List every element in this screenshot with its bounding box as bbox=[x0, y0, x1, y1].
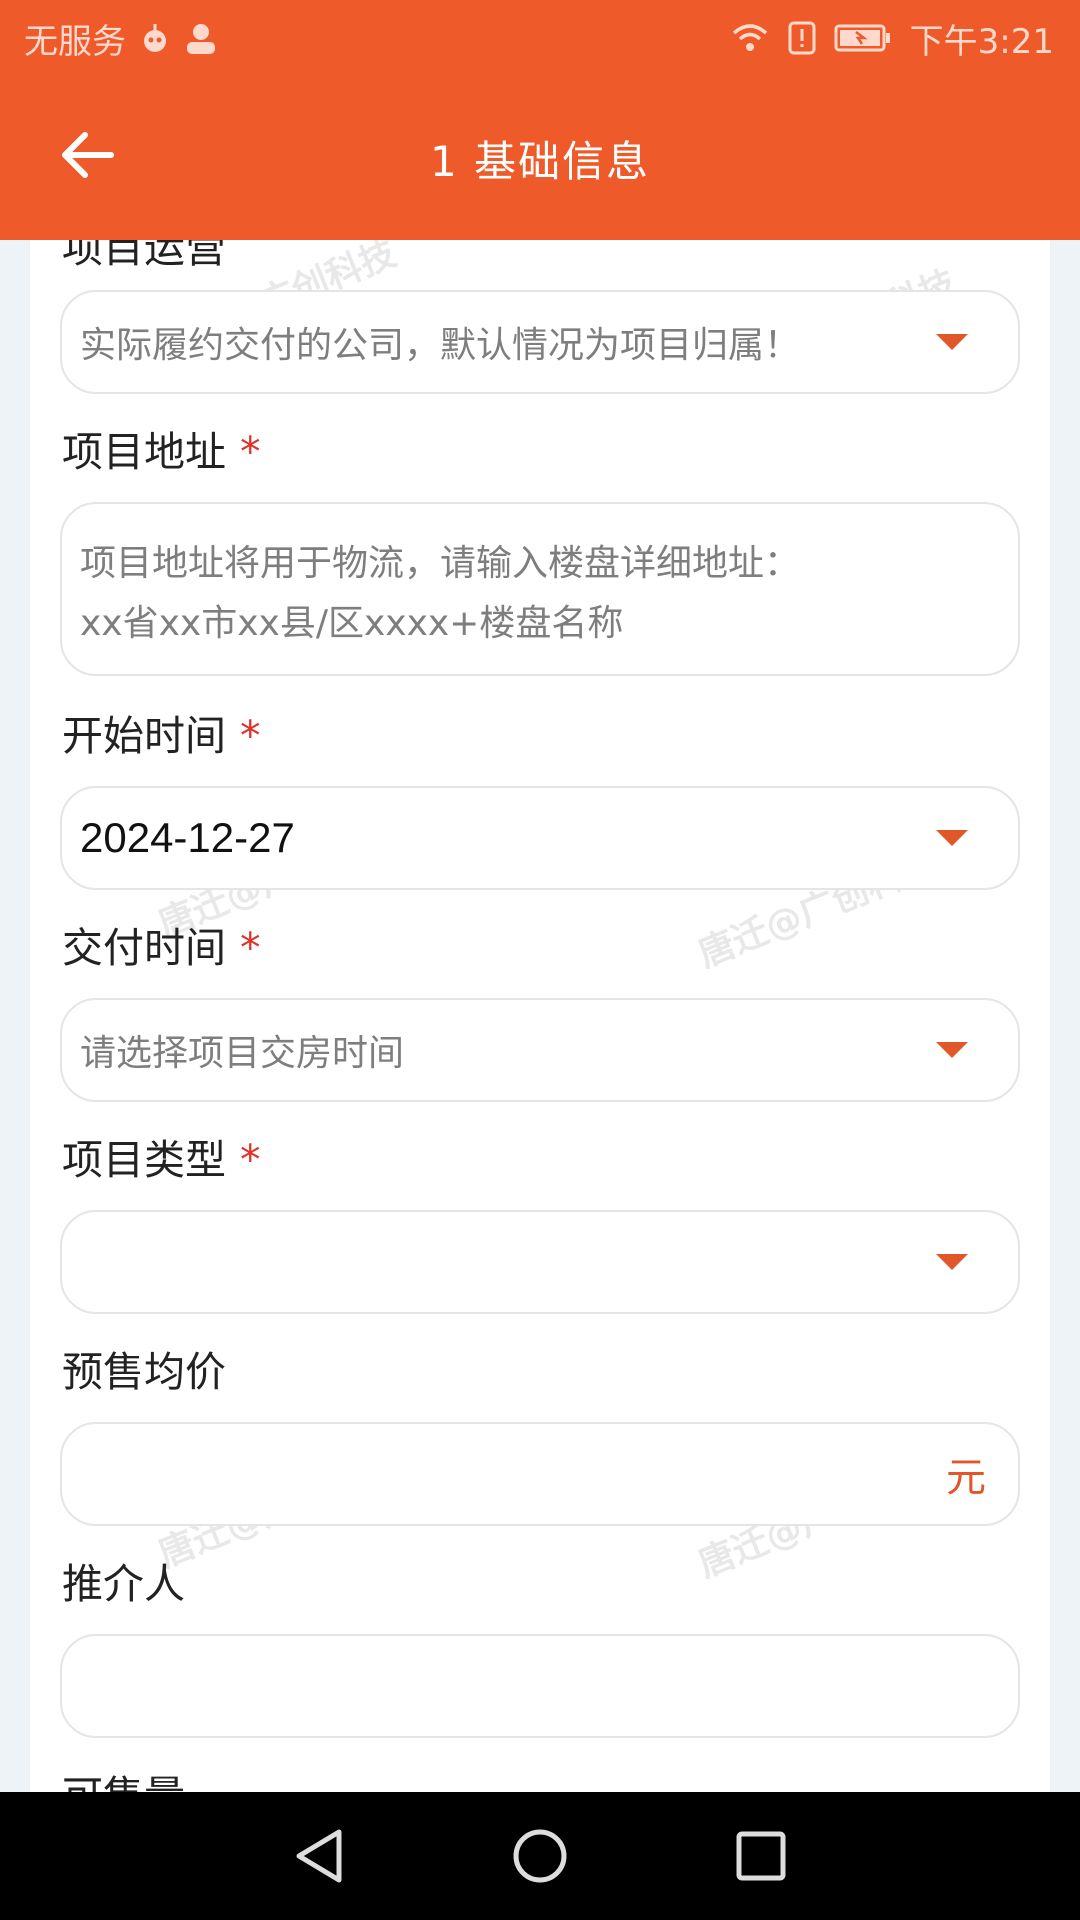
form-content[interactable]: 唐迁@广创科技 唐迁@广创科技 唐迁@广创科技 唐迁@广创科技 唐迁@广创科技 … bbox=[30, 240, 1050, 1792]
robot-icon bbox=[138, 21, 172, 55]
address-label-text: 项目地址 bbox=[62, 428, 226, 476]
delivery-time-placeholder: 请选择项目交房时间 bbox=[80, 1033, 405, 1074]
address-placeholder: 项目地址将用于物流，请输入楼盘详细地址： xx省xx市xx县/区xxxx+楼盘名… bbox=[80, 504, 980, 674]
carrier-text: 无服务 bbox=[24, 21, 126, 62]
app-bar: 1 基础信息 bbox=[0, 76, 1080, 240]
status-left: 无服务 bbox=[24, 14, 218, 63]
recents-square-icon[interactable] bbox=[733, 1828, 789, 1884]
currency-suffix: 元 bbox=[946, 1455, 986, 1501]
presale-price-input[interactable]: 元 bbox=[60, 1422, 1020, 1526]
start-time-label-text: 开始时间 bbox=[62, 712, 226, 760]
caret-down-icon bbox=[936, 1254, 968, 1270]
back-triangle-icon[interactable] bbox=[291, 1826, 347, 1886]
required-mark: * bbox=[240, 712, 261, 760]
address-placeholder-line1: 项目地址将用于物流，请输入楼盘详细地址： bbox=[80, 543, 801, 584]
caret-down-icon bbox=[936, 334, 968, 350]
saleable-quantity-label: 可售量 bbox=[62, 1762, 185, 1792]
delivery-company-label: 项目运营 bbox=[62, 240, 226, 272]
clock-text: 下午3:21 bbox=[909, 21, 1054, 62]
delivery-time-label-text: 交付时间 bbox=[62, 924, 226, 972]
system-nav-bar bbox=[0, 1792, 1080, 1920]
sim-alert-icon bbox=[788, 21, 816, 55]
home-circle-icon[interactable] bbox=[510, 1826, 570, 1886]
page-title: 1 基础信息 bbox=[429, 137, 651, 186]
start-time-label: 开始时间 * bbox=[62, 702, 261, 762]
delivery-time-label: 交付时间 * bbox=[62, 914, 261, 974]
address-label: 项目地址 * bbox=[62, 418, 261, 478]
status-bar: 无服务 下午3:21 bbox=[0, 0, 1080, 76]
user-icon bbox=[184, 21, 218, 55]
required-mark: * bbox=[240, 924, 261, 972]
start-time-select[interactable]: 2024-12-27 bbox=[60, 786, 1020, 890]
address-placeholder-line2: xx省xx市xx县/区xxxx+楼盘名称 bbox=[80, 603, 624, 644]
wifi-icon bbox=[730, 21, 770, 55]
delivery-company-select[interactable]: 实际履约交付的公司，默认情况为项目归属！ bbox=[60, 290, 1020, 394]
project-type-label-text: 项目类型 bbox=[62, 1136, 226, 1184]
presale-price-label: 预售均价 bbox=[62, 1348, 226, 1396]
caret-down-icon bbox=[936, 1042, 968, 1058]
delivery-time-select[interactable]: 请选择项目交房时间 bbox=[60, 998, 1020, 1102]
project-type-select[interactable] bbox=[60, 1210, 1020, 1314]
address-textarea[interactable]: 项目地址将用于物流，请输入楼盘详细地址： xx省xx市xx县/区xxxx+楼盘名… bbox=[60, 502, 1020, 676]
start-time-value: 2024-12-27 bbox=[80, 814, 295, 861]
caret-down-icon bbox=[936, 830, 968, 846]
required-mark: * bbox=[240, 428, 261, 476]
required-mark: * bbox=[240, 1136, 261, 1184]
referrer-label: 推介人 bbox=[62, 1560, 185, 1608]
referrer-input[interactable] bbox=[60, 1634, 1020, 1738]
status-right: 下午3:21 bbox=[730, 14, 1054, 63]
delivery-company-placeholder: 实际履约交付的公司，默认情况为项目归属！ bbox=[80, 325, 801, 366]
project-type-label: 项目类型 * bbox=[62, 1126, 261, 1186]
battery-icon bbox=[834, 23, 892, 53]
